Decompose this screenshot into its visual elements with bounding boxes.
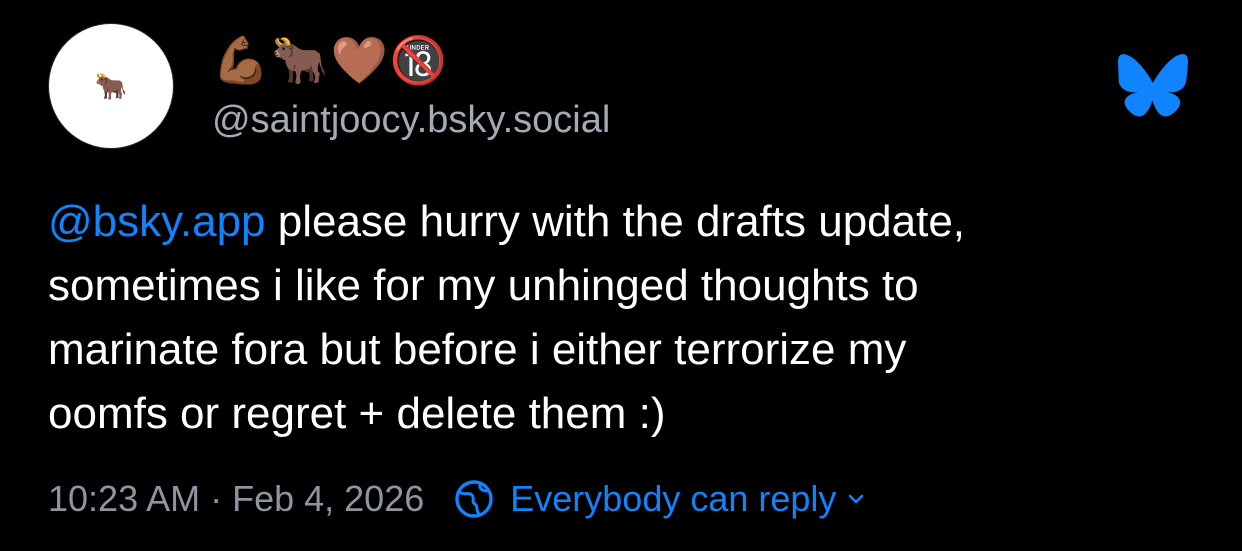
post-text-line-3: marinate fora but before i either terror… xyxy=(48,325,907,374)
avatar-ox-emoji: 🐂 xyxy=(94,71,128,101)
author-display-name[interactable]: 💪🏾🐂🤎🔞 xyxy=(212,30,449,90)
post-text: @bsky.app please hurry with the drafts u… xyxy=(48,190,1198,446)
mention-link[interactable]: @bsky.app xyxy=(48,197,266,246)
bluesky-butterfly-icon xyxy=(1118,54,1188,117)
author-handle[interactable]: @saintjoocy.bsky.social xyxy=(212,96,610,144)
globe-icon xyxy=(455,480,493,518)
reply-setting-label: Everybody can reply xyxy=(510,478,837,519)
chevron-down-icon xyxy=(849,494,864,504)
post-text-line-1-rest: please hurry with the drafts update, xyxy=(265,197,966,246)
post-text-line-2: sometimes i like for my unhinged thought… xyxy=(48,261,919,310)
avatar[interactable]: 🐂 xyxy=(48,23,174,149)
post-meta: 10:23 AM · Feb 4, 2026 Everybody can rep… xyxy=(48,472,866,526)
post-timestamp[interactable]: 10:23 AM · Feb 4, 2026 xyxy=(48,478,424,520)
post-text-line-4: oomfs or regret + delete them :) xyxy=(48,389,666,438)
post-text-line-1: @bsky.app please hurry with the drafts u… xyxy=(48,190,1198,254)
reply-setting-button[interactable]: Everybody can reply xyxy=(454,478,866,520)
